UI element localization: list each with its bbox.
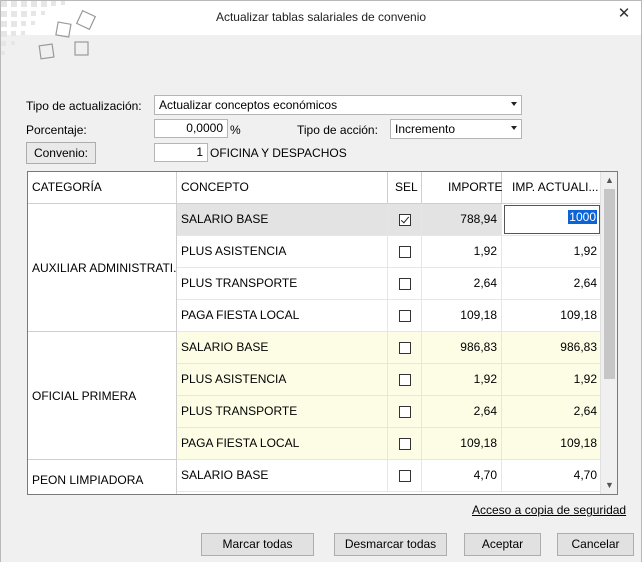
sel-cell[interactable] bbox=[388, 204, 422, 235]
chevron-down-icon bbox=[511, 102, 517, 106]
table-row[interactable]: PAGA FIESTA LOCAL 109,18 109,18 bbox=[177, 300, 601, 332]
importe-cell: 788,94 bbox=[422, 204, 502, 235]
backup-link[interactable]: Acceso a copia de seguridad bbox=[472, 503, 626, 517]
select-checkbox[interactable] bbox=[399, 342, 411, 354]
header-importe[interactable]: IMPORTE bbox=[422, 172, 502, 204]
imp-actualizado-selected-text: 1000 bbox=[568, 210, 597, 224]
sel-cell[interactable] bbox=[388, 268, 422, 299]
importe-cell: 4,70 bbox=[422, 460, 502, 491]
concepto-cell: SALARIO BASE bbox=[177, 460, 388, 491]
importe-cell: 109,18 bbox=[422, 428, 502, 459]
header-concepto[interactable]: CONCEPTO bbox=[177, 172, 388, 204]
tipo-actualizacion-label: Tipo de actualización: bbox=[26, 99, 142, 113]
table-row[interactable]: PLUS TRANSPORTE 2,64 2,64 bbox=[177, 396, 601, 428]
header-categoria[interactable]: CATEGORÍA bbox=[28, 172, 177, 204]
tipo-accion-select[interactable]: Incremento bbox=[390, 119, 522, 139]
imp-actualizado-cell[interactable]: 2,64 bbox=[502, 396, 601, 427]
select-checkbox[interactable] bbox=[399, 246, 411, 258]
concepto-cell: SALARIO BASE bbox=[177, 204, 388, 235]
imp-actualizado-cell[interactable]: 1000 bbox=[502, 204, 601, 235]
select-checkbox[interactable] bbox=[399, 214, 411, 226]
tipo-actualizacion-value: Actualizar conceptos económicos bbox=[159, 98, 338, 112]
header-sel[interactable]: SEL bbox=[388, 172, 422, 204]
imp-actualizado-cell[interactable]: 1,92 bbox=[502, 364, 601, 395]
footer-bar: Marcar todas Desmarcar todas Aceptar Can… bbox=[1, 525, 641, 562]
tipo-actualizacion-select[interactable]: Actualizar conceptos económicos bbox=[154, 95, 522, 115]
scroll-down-icon[interactable]: ▼ bbox=[601, 477, 617, 494]
select-checkbox[interactable] bbox=[399, 438, 411, 450]
concepto-cell: SALARIO BASE bbox=[177, 332, 388, 363]
porcentaje-unit: % bbox=[230, 123, 241, 137]
close-icon[interactable]: ✕ bbox=[614, 4, 634, 24]
header-imp-actualizado[interactable]: IMP. ACTUALI... bbox=[502, 172, 601, 204]
tipo-accion-value: Incremento bbox=[395, 122, 456, 136]
importe-cell: 2,64 bbox=[422, 396, 502, 427]
select-checkbox[interactable] bbox=[399, 278, 411, 290]
category-cell[interactable]: OFICIAL PRIMERA bbox=[28, 332, 177, 460]
sel-cell[interactable] bbox=[388, 236, 422, 267]
sel-cell[interactable] bbox=[388, 364, 422, 395]
table-row[interactable]: PLUS ASISTENCIA 1,92 1,92 bbox=[177, 364, 601, 396]
importe-cell: 1,92 bbox=[422, 364, 502, 395]
category-cell[interactable]: PEON LIMPIADORA bbox=[28, 460, 177, 494]
concepto-cell: PLUS ASISTENCIA bbox=[177, 364, 388, 395]
table-row[interactable]: SALARIO BASE 788,94 1000 bbox=[177, 204, 601, 236]
table-row[interactable]: PLUS ASISTENCIA 1,92 1,92 bbox=[177, 236, 601, 268]
concepto-cell: PLUS ASISTENCIA bbox=[177, 236, 388, 267]
select-checkbox[interactable] bbox=[399, 406, 411, 418]
select-checkbox[interactable] bbox=[399, 374, 411, 386]
convenio-name: OFICINA Y DESPACHOS bbox=[210, 146, 347, 160]
sel-cell[interactable] bbox=[388, 300, 422, 331]
sel-cell[interactable] bbox=[388, 332, 422, 363]
importe-cell: 986,83 bbox=[422, 332, 502, 363]
porcentaje-input[interactable]: 0,0000 bbox=[154, 119, 228, 138]
concepto-cell: PLUS TRANSPORTE bbox=[177, 396, 388, 427]
concepto-cell: PAGA FIESTA LOCAL bbox=[177, 300, 388, 331]
importe-cell: 2,64 bbox=[422, 268, 502, 299]
desmarcar-todas-button[interactable]: Desmarcar todas bbox=[334, 533, 447, 556]
imp-actualizado-cell[interactable]: 2,64 bbox=[502, 268, 601, 299]
sel-cell[interactable] bbox=[388, 460, 422, 491]
importe-cell: 109,18 bbox=[422, 300, 502, 331]
marcar-todas-button[interactable]: Marcar todas bbox=[201, 533, 314, 556]
convenio-button[interactable]: Convenio: bbox=[26, 142, 96, 164]
tipo-accion-label: Tipo de acción: bbox=[297, 123, 378, 137]
dialog-window: Actualizar tablas salariales de convenio… bbox=[0, 0, 642, 562]
concepto-cell: PAGA FIESTA LOCAL bbox=[177, 428, 388, 459]
imp-actualizado-cell[interactable]: 109,18 bbox=[502, 428, 601, 459]
sel-cell[interactable] bbox=[388, 428, 422, 459]
porcentaje-label: Porcentaje: bbox=[26, 123, 87, 137]
category-label: PEON LIMPIADORA bbox=[32, 472, 144, 487]
cancelar-button[interactable]: Cancelar bbox=[557, 533, 634, 556]
scroll-up-icon[interactable]: ▲ bbox=[601, 172, 617, 189]
concepto-cell: PLUS TRANSPORTE bbox=[177, 268, 388, 299]
convenio-code-input[interactable]: 1 bbox=[154, 143, 208, 162]
sel-cell[interactable] bbox=[388, 396, 422, 427]
select-checkbox[interactable] bbox=[399, 310, 411, 322]
imp-actualizado-editor[interactable]: 1000 bbox=[504, 205, 600, 234]
table-row[interactable]: PAGA FIESTA LOCAL 109,18 109,18 bbox=[177, 428, 601, 460]
importe-cell: 1,92 bbox=[422, 236, 502, 267]
aceptar-button[interactable]: Aceptar bbox=[464, 533, 541, 556]
imp-actualizado-cell[interactable]: 109,18 bbox=[502, 300, 601, 331]
category-label: AUXILIAR ADMINISTRATI... bbox=[32, 260, 177, 275]
category-cell[interactable]: AUXILIAR ADMINISTRATI... bbox=[28, 204, 177, 332]
vertical-scrollbar[interactable]: ▲ ▼ bbox=[600, 172, 617, 494]
scroll-thumb[interactable] bbox=[604, 189, 615, 379]
table-row[interactable]: SALARIO BASE 986,83 986,83 bbox=[177, 332, 601, 364]
category-label: OFICIAL PRIMERA bbox=[32, 388, 137, 403]
table-row[interactable]: SALARIO BASE 4,70 4,70 bbox=[177, 460, 601, 492]
salary-grid: CATEGORÍA CONCEPTO SEL IMPORTE IMP. ACTU… bbox=[27, 171, 618, 495]
select-checkbox[interactable] bbox=[399, 470, 411, 482]
table-row[interactable]: PLUS TRANSPORTE 2,64 2,64 bbox=[177, 268, 601, 300]
chevron-down-icon bbox=[511, 126, 517, 130]
imp-actualizado-cell[interactable]: 1,92 bbox=[502, 236, 601, 267]
imp-actualizado-cell[interactable]: 986,83 bbox=[502, 332, 601, 363]
imp-actualizado-cell[interactable]: 4,70 bbox=[502, 460, 601, 491]
